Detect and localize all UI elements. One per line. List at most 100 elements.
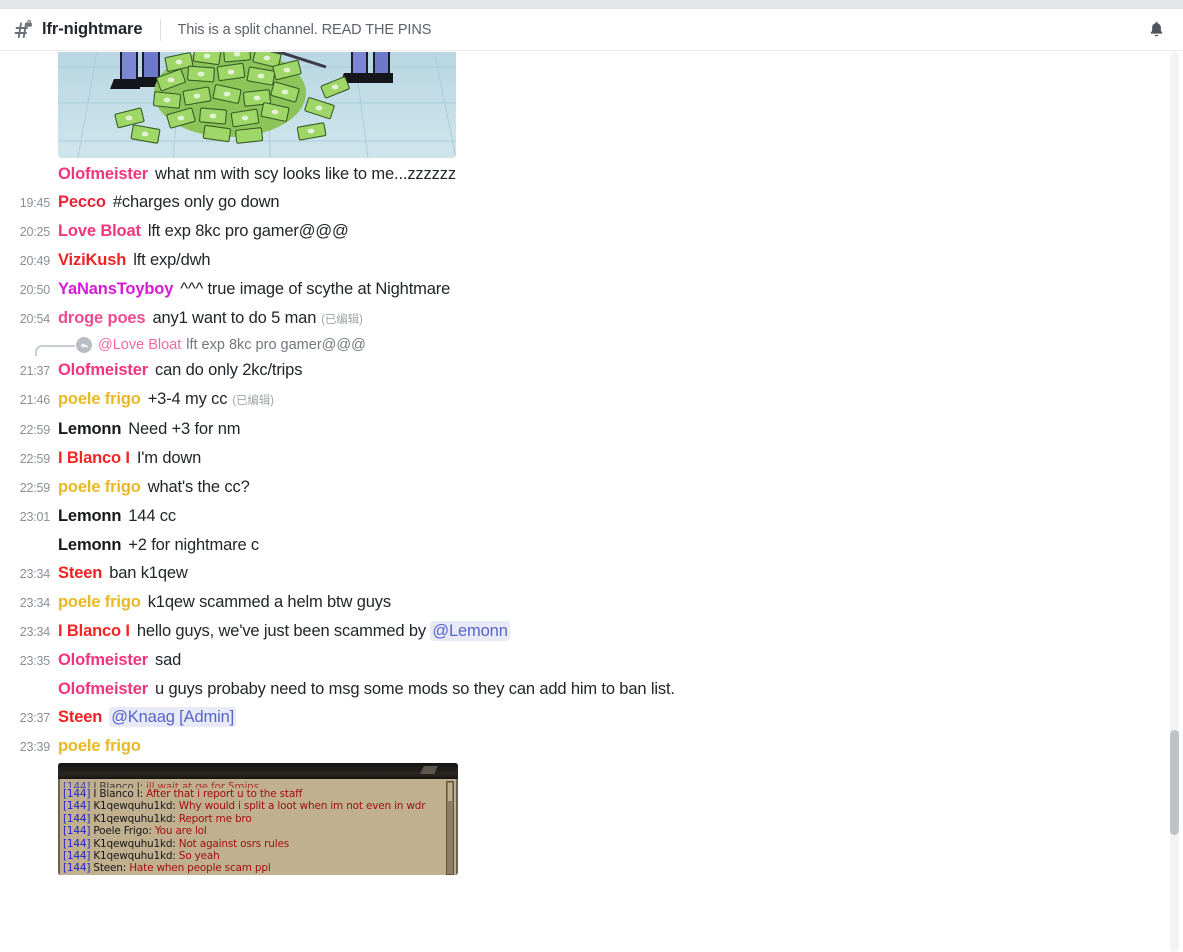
message-row: 23:34 Steen ban k1qew — [0, 559, 1160, 588]
message-author[interactable]: Olofmeister — [58, 651, 148, 669]
message-timestamp: 22:59 — [19, 481, 50, 495]
osrs-tick: [144] — [63, 788, 94, 800]
osrs-chat-screenshot[interactable]: [144] I Blanco I: ill wait at ge for 5mi… — [58, 763, 458, 875]
scrollbar-thumb[interactable] — [1170, 730, 1179, 835]
message-author[interactable]: droge poes — [58, 309, 146, 327]
osrs-message: ill wait at ge for 5mins — [146, 781, 259, 788]
message-text: any1 want to do 5 man — [152, 309, 317, 327]
message-author[interactable]: Olofmeister — [58, 680, 148, 698]
message-body: poele frigo k1qew scammed a helm btw guys — [58, 590, 1160, 614]
message-author[interactable]: Love Bloat — [58, 222, 141, 240]
osrs-chat-body: [144] I Blanco I: ill wait at ge for 5mi… — [58, 779, 458, 875]
osrs-tick: [144] — [63, 800, 94, 813]
channel-topic[interactable]: This is a split channel. READ THE PINS — [177, 22, 431, 38]
message-row: 23:34 poele frigo k1qew scammed a helm btw… — [0, 588, 1160, 617]
message-timestamp: 22:59 — [19, 452, 50, 466]
osrs-chat-line: [144] K1qewquhu1kd: So yeah — [63, 850, 453, 862]
reply-author[interactable]: @Love Bloat — [98, 337, 181, 353]
osrs-chat-line: [144] K1qewquhu1kd: Report me bro — [63, 813, 453, 825]
message-author[interactable]: Lemonn — [58, 536, 121, 554]
message-text: what's the cc? — [147, 478, 250, 496]
message-author[interactable]: poele frigo — [58, 478, 141, 496]
message-author[interactable]: Steen — [58, 708, 102, 726]
message-row: 23:35 Olofmeister sad — [0, 646, 1160, 675]
message-timestamp: 20:49 — [19, 254, 50, 268]
osrs-speaker: K1qewquhu1kd: — [93, 800, 179, 813]
message-row: 22:59 Lemonn Need +3 for nm — [0, 415, 1160, 444]
reply-snippet: lft exp 8kc pro gamer@@@ — [186, 337, 366, 353]
message-timestamp: 21:37 — [19, 364, 50, 378]
message-list[interactable]: Olofmeister what nm with scy looks like t… — [0, 52, 1183, 952]
channel-header: lfr-nightmare This is a split channel. R… — [0, 9, 1183, 51]
message-row: 21:37 Olofmeister can do only 2kc/trips — [0, 356, 1160, 385]
message-author[interactable]: YaNansToyboy — [58, 280, 173, 298]
user-mention[interactable]: @Knaag [Admin] — [109, 707, 237, 727]
message-body: Olofmeister u guys probaby need to msg so… — [58, 677, 1160, 701]
message-text: hello guys, we've just been scammed by — [136, 622, 431, 640]
osrs-tick: [144] — [63, 837, 94, 850]
message-text: Need +3 for nm — [128, 420, 241, 438]
message-timestamp: 23:34 — [19, 567, 50, 581]
osrs-speaker: K1qewquhu1kd: — [93, 850, 179, 863]
message-timestamp: 23:34 — [19, 625, 50, 639]
message-text: I'm down — [136, 449, 202, 467]
message-text: +3-4 my cc — [147, 390, 228, 408]
message-author[interactable]: poele frigo — [58, 593, 141, 611]
osrs-chat-line: [144] K1qewquhu1kd: Why would i split a … — [63, 800, 453, 812]
message-timestamp: 22:59 — [19, 423, 50, 437]
message-text: #charges only go down — [112, 193, 280, 211]
message-attachment-image — [0, 52, 1160, 160]
message-timestamp: 23:01 — [19, 510, 50, 524]
message-row: 23:01 Lemonn 144 cc — [0, 502, 1160, 531]
cash-image[interactable] — [58, 52, 456, 158]
message-row: 20:25 Love Bloat lft exp 8kc pro gamer@@@ — [0, 217, 1160, 246]
message-row: 20:49 ViziKush lft exp/dwh — [0, 246, 1160, 275]
reply-preview[interactable]: @Love Bloat lft exp 8kc pro gamer@@@ — [0, 334, 1160, 356]
message-timestamp: 20:50 — [19, 283, 50, 297]
message-row: Olofmeister what nm with scy looks like t… — [0, 160, 1160, 188]
message-row: 19:45 Pecco #charges only go down — [0, 188, 1160, 217]
message-author[interactable]: I Blanco I — [58, 449, 130, 467]
message-author[interactable]: poele frigo — [58, 390, 141, 408]
hash-lock-icon — [10, 17, 36, 43]
message-body: Lemonn +2 for nightmare c — [58, 533, 1160, 557]
osrs-tick: [144] — [63, 825, 94, 838]
reply-arrow-icon — [76, 337, 92, 353]
message-author[interactable]: Lemonn — [58, 420, 121, 438]
message-row: 22:59 poele frigo what's the cc? — [0, 473, 1160, 502]
message-text: ^^^ true image of scythe at Nightmare — [180, 280, 451, 298]
message-author[interactable]: Lemonn — [58, 507, 121, 525]
bell-icon[interactable] — [1143, 17, 1169, 43]
osrs-tick: [144] — [63, 781, 94, 788]
message-author[interactable]: ViziKush — [58, 251, 126, 269]
message-author[interactable]: Steen — [58, 564, 102, 582]
window-top-strip — [0, 0, 1183, 9]
message-body: I Blanco I I'm down — [58, 446, 1160, 470]
message-author[interactable]: poele frigo — [58, 737, 141, 755]
message-body: Olofmeister what nm with scy looks like t… — [58, 162, 1160, 186]
osrs-chat-line: [144] I Blanco I: After that i report u … — [63, 788, 453, 800]
osrs-speaker: K1qewquhu1kd: — [93, 812, 179, 825]
osrs-window-topbar — [58, 763, 458, 779]
edited-tag: (已编辑) — [321, 314, 363, 326]
message-timestamp: 23:39 — [19, 740, 50, 754]
message-author[interactable]: Pecco — [58, 193, 106, 211]
message-row: 23:34 I Blanco I hello guys, we've just be… — [0, 617, 1160, 646]
edited-tag: (已编辑) — [232, 395, 274, 407]
message-row: 23:39 poele frigo — [0, 732, 1160, 761]
message-text: ban k1qew — [109, 564, 188, 582]
message-author[interactable]: I Blanco I — [58, 622, 130, 640]
message-text: u guys probaby need to msg some mods so … — [155, 680, 675, 698]
osrs-chat-line: [144] Poele Frigo: You are lol — [63, 825, 453, 837]
message-author[interactable]: Olofmeister — [58, 361, 148, 379]
message-body: Pecco #charges only go down — [58, 190, 1160, 214]
osrs-scrollbar[interactable] — [446, 781, 454, 875]
osrs-message: Report me bro — [178, 812, 252, 825]
message-author[interactable]: Olofmeister — [58, 165, 148, 183]
channel-name[interactable]: lfr-nightmare — [42, 20, 143, 39]
osrs-message: So yeah — [178, 850, 220, 863]
message-timestamp: 23:37 — [19, 711, 50, 725]
user-mention[interactable]: @Lemonn — [430, 621, 510, 641]
osrs-tick: [144] — [63, 850, 94, 863]
osrs-chat-line: [144] I Blanco I: ill wait at ge for 5mi… — [63, 781, 453, 788]
